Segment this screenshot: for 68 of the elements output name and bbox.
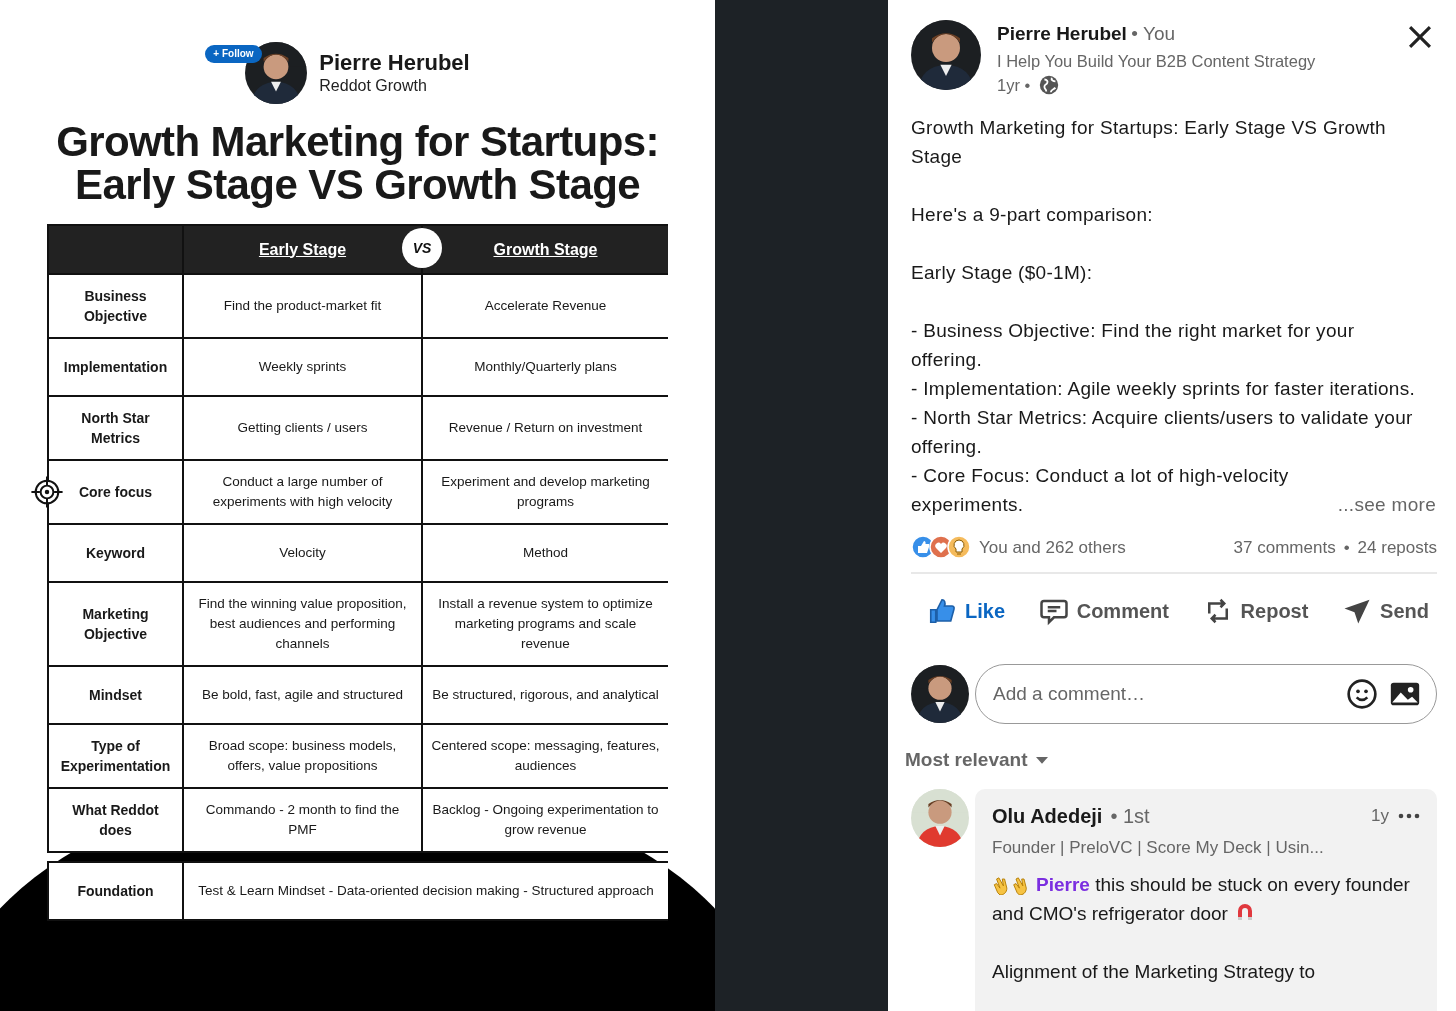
comment-button[interactable]: Comment (1034, 590, 1173, 632)
column-header: Growth Stage (493, 239, 598, 260)
comment-text: Pierre this should be stuck on every founder and CMO's refrigerator door (992, 870, 1421, 928)
thumbs-up-icon (927, 596, 957, 626)
table-cell-text: Backlog - Ongoing experimentation to grow revenue (431, 801, 660, 839)
table-cell-text: Be structured, rigorous, and analytical (432, 686, 659, 704)
post-text: - Business Objective: Find the right market for your offering. (911, 318, 1356, 372)
row-label: Implementation (63, 358, 168, 377)
globe-icon (1038, 73, 1061, 96)
repost-button[interactable]: Repost (1198, 590, 1313, 632)
row-label: North Star Metrics (80, 409, 151, 448)
table-cell-text: Weekly sprints (258, 358, 347, 376)
post-text: Early Stage ($0-1M): (911, 260, 1094, 285)
like-button[interactable]: Like (923, 590, 1010, 632)
post-text: - Implementation: Agile weekly sprints for faster iterations. (911, 376, 1416, 401)
comment-time: 1y (1371, 804, 1389, 827)
connection-degree: • 1st (1110, 804, 1150, 827)
table-cell-text: Accelerate Revenue (484, 297, 607, 315)
table-cell-text: Velocity (279, 544, 326, 562)
table-cell-text: Conduct a large number of experiments with high velocity (211, 473, 394, 511)
post-text: Growth Marketing for Startups: Early Stage VS Growth Stage (911, 115, 1387, 169)
commenter-headline: Founder | PreloVC | Score My Deck | Usin... (992, 836, 1325, 859)
post-age: 1yr • (997, 74, 1031, 96)
post-text: Here's a 9-part comparison: (911, 202, 1154, 227)
author-name: Pierre Herubel (319, 50, 470, 76)
row-label: Foundation (77, 882, 154, 901)
send-button[interactable]: Send (1338, 590, 1433, 632)
row-label: Keyword (85, 544, 146, 563)
infographic-title: Growth Marketing for Startups: (55, 120, 660, 163)
table-cell-text: Install a revenue system to optimize marketing programs and scale revenue (437, 595, 654, 653)
table-cell-text: Find the winning value proposition, best audiences and performing channels (197, 595, 408, 653)
row-label: What Reddot does (71, 801, 160, 840)
table-cell-text: Find the product-market fit (223, 297, 382, 315)
row-label: Mindset (89, 686, 142, 705)
row-label: Type of Experimentation (59, 737, 172, 776)
mention-link[interactable]: Pierre (1036, 874, 1090, 895)
reactions-count[interactable]: You and 262 others (979, 534, 1126, 560)
row-label: Core focus (78, 483, 153, 502)
comment-text: Alignment of the Marketing Strategy to (992, 960, 1317, 984)
table-cell-text: Test & Learn Mindset - Data-oriented decision making - Structured approach (198, 882, 654, 900)
table-cell-text: Method (523, 544, 568, 562)
see-more-link[interactable]: ...see more (1337, 489, 1436, 519)
comments-count[interactable]: 37 comments (1233, 534, 1336, 560)
table-cell-text: Broad scope: business models, offers, value propositions (207, 737, 398, 775)
row-label: Marketing Objective (81, 605, 150, 644)
commenter-name[interactable]: Olu Adedeji (992, 804, 1103, 827)
row-label: Business Objective (83, 287, 148, 326)
table-cell-text: Experiment and develop marketing programs (440, 473, 651, 511)
post-text: - Core Focus: Conduct a lot of high-velocity experiments. (911, 463, 1290, 517)
table-cell-text: Monthly/Quarterly plans (474, 358, 617, 376)
connection-label: • You (1131, 23, 1175, 44)
table-cell-text: Centered scope: messaging, features, audiences (431, 737, 660, 775)
bulb-reaction-icon (947, 535, 971, 560)
table-cell-text: Commando - 2 month to find the PMF (204, 801, 401, 839)
table-cell-text: Getting clients / users (237, 419, 368, 437)
comment-field[interactable]: Add a comment… (991, 678, 1336, 710)
column-header: Early Stage (258, 239, 347, 260)
follow-button[interactable]: + Follow (205, 45, 262, 63)
emoji-icon[interactable] (1346, 678, 1378, 710)
table-cell-text: Revenue / Return on investment (448, 419, 643, 437)
post-text: - North Star Metrics: Acquire clients/users to validate your offering. (911, 405, 1414, 459)
author-headline: I Help You Build Your B2B Content Strategy (997, 50, 1317, 72)
separator-dot: • (1343, 536, 1350, 559)
table-cell-text: Be bold, fast, agile and structured (201, 686, 404, 704)
reposts-count[interactable]: 24 reposts (1357, 534, 1437, 560)
sort-dropdown[interactable]: Most relevant (905, 746, 1052, 775)
author-name[interactable]: Pierre Herubel (997, 23, 1127, 44)
company-name: Reddot Growth (319, 76, 428, 96)
